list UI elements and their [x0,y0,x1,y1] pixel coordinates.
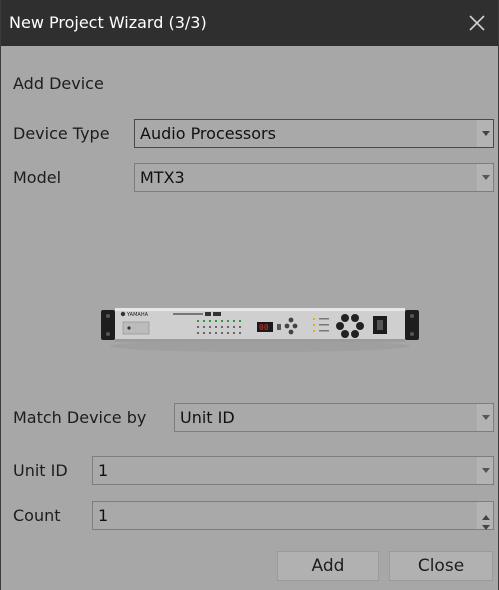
chevron-down-icon[interactable] [477,164,493,191]
spin-arrows[interactable] [477,502,493,530]
model-value: MTX3 [140,168,185,187]
window-title: New Project Wizard (3/3) [9,13,207,32]
chevron-down-icon[interactable] [481,516,490,530]
model-dropdown[interactable]: MTX3 [134,163,494,192]
match-device-dropdown[interactable]: Unit ID [174,403,494,432]
mtx3-rack-unit-image: YAMAHA 00 [101,308,419,352]
device-type-label: Device Type [13,124,110,143]
device-image: YAMAHA 00 [101,304,419,356]
match-device-label: Match Device by [13,408,147,427]
title-bar: New Project Wizard (3/3) [1,0,498,46]
unit-id-dropdown[interactable]: 1 [92,456,494,485]
count-value: 1 [98,506,109,525]
close-icon[interactable] [464,10,490,36]
brand-text: YAMAHA [126,312,149,318]
unit-display: 00 [259,323,269,332]
new-project-wizard-dialog: New Project Wizard (3/3) Add Device Devi… [0,0,499,590]
unit-id-label: Unit ID [13,461,68,480]
match-device-value: Unit ID [180,408,235,427]
count-label: Count [13,506,61,525]
add-button[interactable]: Add [277,551,379,581]
chevron-down-icon[interactable] [477,457,493,484]
count-spinbox[interactable]: 1 [92,501,494,530]
unit-id-value: 1 [98,461,109,480]
chevron-up-icon[interactable] [481,506,490,520]
model-label: Model [13,168,62,187]
chevron-down-icon[interactable] [477,120,493,147]
device-type-dropdown[interactable]: Audio Processors [134,119,494,148]
device-type-value: Audio Processors [140,124,276,143]
section-heading: Add Device [13,74,104,93]
chevron-down-icon[interactable] [477,404,493,431]
close-button[interactable]: Close [389,551,493,581]
